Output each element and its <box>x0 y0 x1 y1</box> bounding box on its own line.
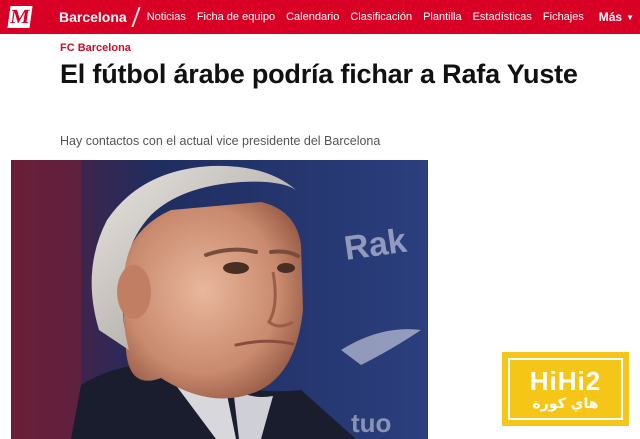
nav-more-label: Más <box>598 10 623 24</box>
section-title[interactable]: Barcelona <box>59 9 127 25</box>
article-photo-illustration: Rak tuo <box>11 160 428 439</box>
marca-logo-link[interactable]: M <box>0 0 40 34</box>
marca-logo: M <box>7 6 33 28</box>
chevron-down-icon: ▼ <box>626 12 634 22</box>
article-subtitle: Hay contactos con el actual vice preside… <box>60 134 381 148</box>
nav-item-fichajes[interactable]: Fichajes <box>543 11 584 23</box>
section-divider <box>131 7 141 27</box>
nav-item-plantilla[interactable]: Plantilla <box>423 11 462 23</box>
nav-item-ficha-de-equipo[interactable]: Ficha de equipo <box>197 11 275 23</box>
nav-item-noticias[interactable]: Noticias <box>147 11 186 23</box>
nav-more-button[interactable]: Más ▼ <box>590 0 640 34</box>
nav-item-clasificacion[interactable]: Clasificación <box>350 11 412 23</box>
hihi2-watermark: HiHi2 هاي كورة <box>502 352 629 426</box>
watermark-frame: HiHi2 هاي كورة <box>508 358 623 420</box>
article-headline: El fútbol árabe podría fichar a Rafa Yus… <box>60 59 578 89</box>
article-category-link[interactable]: FC Barcelona <box>60 42 131 54</box>
nav-item-calendario[interactable]: Calendario <box>286 11 339 23</box>
top-navbar: M Barcelona Noticias Ficha de equipo Cal… <box>0 0 640 34</box>
article-photo: Rak tuo <box>11 160 428 439</box>
svg-text:tuo: tuo <box>351 408 391 438</box>
watermark-title: HiHi2 <box>529 365 602 396</box>
watermark-arabic-text: هاي كورة <box>532 395 599 412</box>
nav-item-estadisticas[interactable]: Estadísticas <box>473 11 532 23</box>
